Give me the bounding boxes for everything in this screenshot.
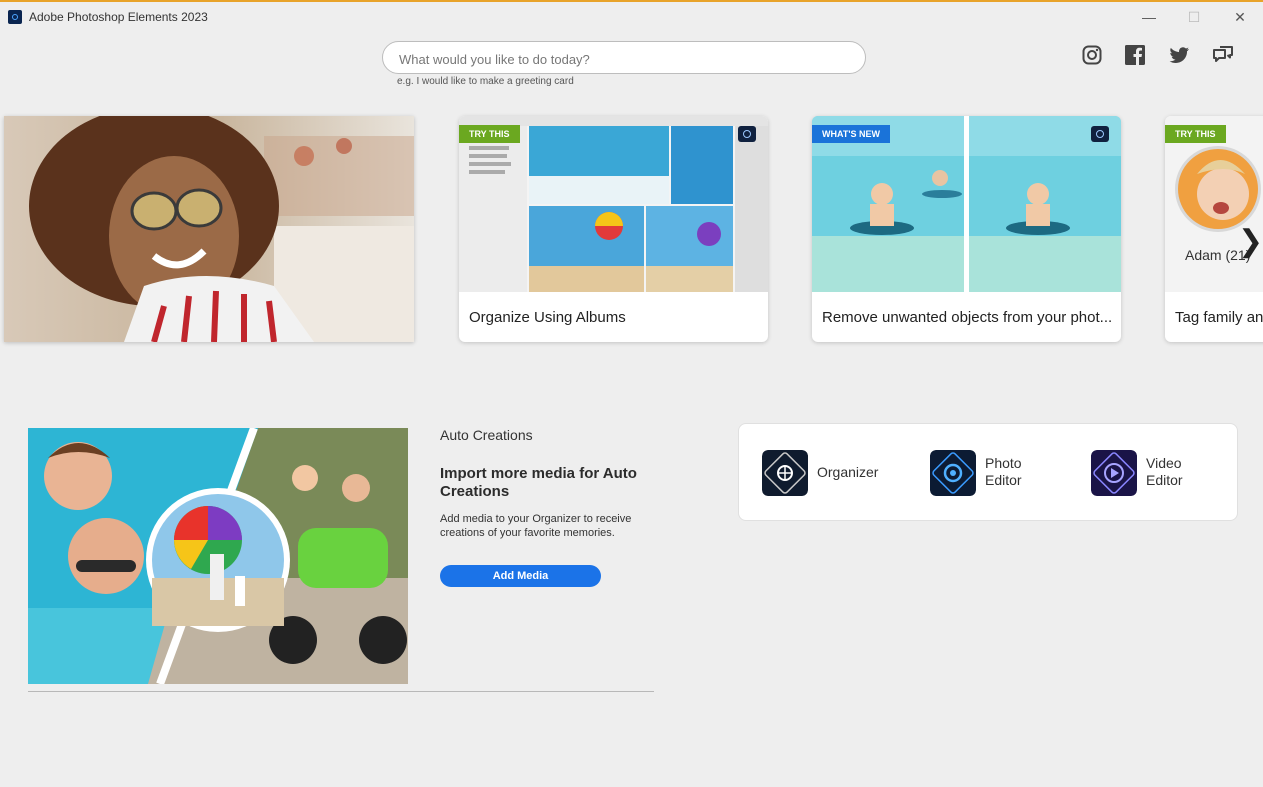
- organize-albums-card[interactable]: TRY THIS Organize Using Albums: [459, 116, 768, 342]
- close-button[interactable]: ✕: [1225, 6, 1255, 28]
- photo-editor-icon: [1091, 126, 1109, 142]
- search-hint: e.g. I would like to make a greeting car…: [397, 76, 574, 87]
- card-label: Remove unwanted objects from your phot..…: [822, 309, 1113, 326]
- auto-creations-heading: Import more media for Auto Creations: [440, 465, 637, 500]
- instagram-icon[interactable]: [1081, 44, 1103, 66]
- maximize-button[interactable]: ☐: [1179, 6, 1209, 28]
- try-this-badge: TRY THIS: [459, 125, 520, 143]
- card-label: Tag family an: [1175, 309, 1263, 326]
- photoshop-elements-app-icon: [8, 10, 22, 24]
- title-bar: Adobe Photoshop Elements 2023 — ☐ ✕: [0, 2, 1263, 32]
- search-box[interactable]: [382, 41, 866, 74]
- organizer-app-icon: [762, 450, 808, 496]
- app-launcher-panel: Organizer Photo Editor Video Editor: [738, 423, 1238, 521]
- minimize-button[interactable]: —: [1134, 6, 1164, 28]
- twitter-icon[interactable]: [1168, 44, 1190, 66]
- auto-creations-collage: [28, 428, 408, 684]
- add-media-button[interactable]: Add Media: [440, 565, 601, 587]
- feedback-icon[interactable]: [1212, 44, 1234, 66]
- whats-new-badge: WHAT'S NEW: [812, 125, 890, 143]
- section-divider: [28, 691, 654, 692]
- remove-objects-card[interactable]: WHAT'S NEW Remove unwanted objects from …: [812, 116, 1121, 342]
- facebook-icon[interactable]: [1124, 44, 1146, 66]
- search-input[interactable]: [397, 49, 851, 69]
- photo-editor-label: Photo Editor: [985, 455, 1022, 488]
- organizer-icon: [738, 126, 756, 142]
- auto-creations-title: Auto Creations: [440, 427, 533, 443]
- card-label: Organize Using Albums: [469, 309, 626, 326]
- carousel-next-icon[interactable]: ❯: [1238, 227, 1263, 258]
- video-editor-app-icon: [1091, 450, 1137, 496]
- try-this-badge: TRY THIS: [1165, 125, 1226, 143]
- window-title: Adobe Photoshop Elements 2023: [29, 10, 208, 24]
- woman-smiling-photo: [4, 116, 414, 342]
- auto-creations-description: Add media to your Organizer to receive c…: [440, 513, 632, 539]
- video-editor-label: Video Editor: [1146, 455, 1183, 488]
- organizer-label: Organizer: [817, 464, 879, 480]
- photo-editor-app-icon: [930, 450, 976, 496]
- hero-banner-image[interactable]: [4, 116, 414, 342]
